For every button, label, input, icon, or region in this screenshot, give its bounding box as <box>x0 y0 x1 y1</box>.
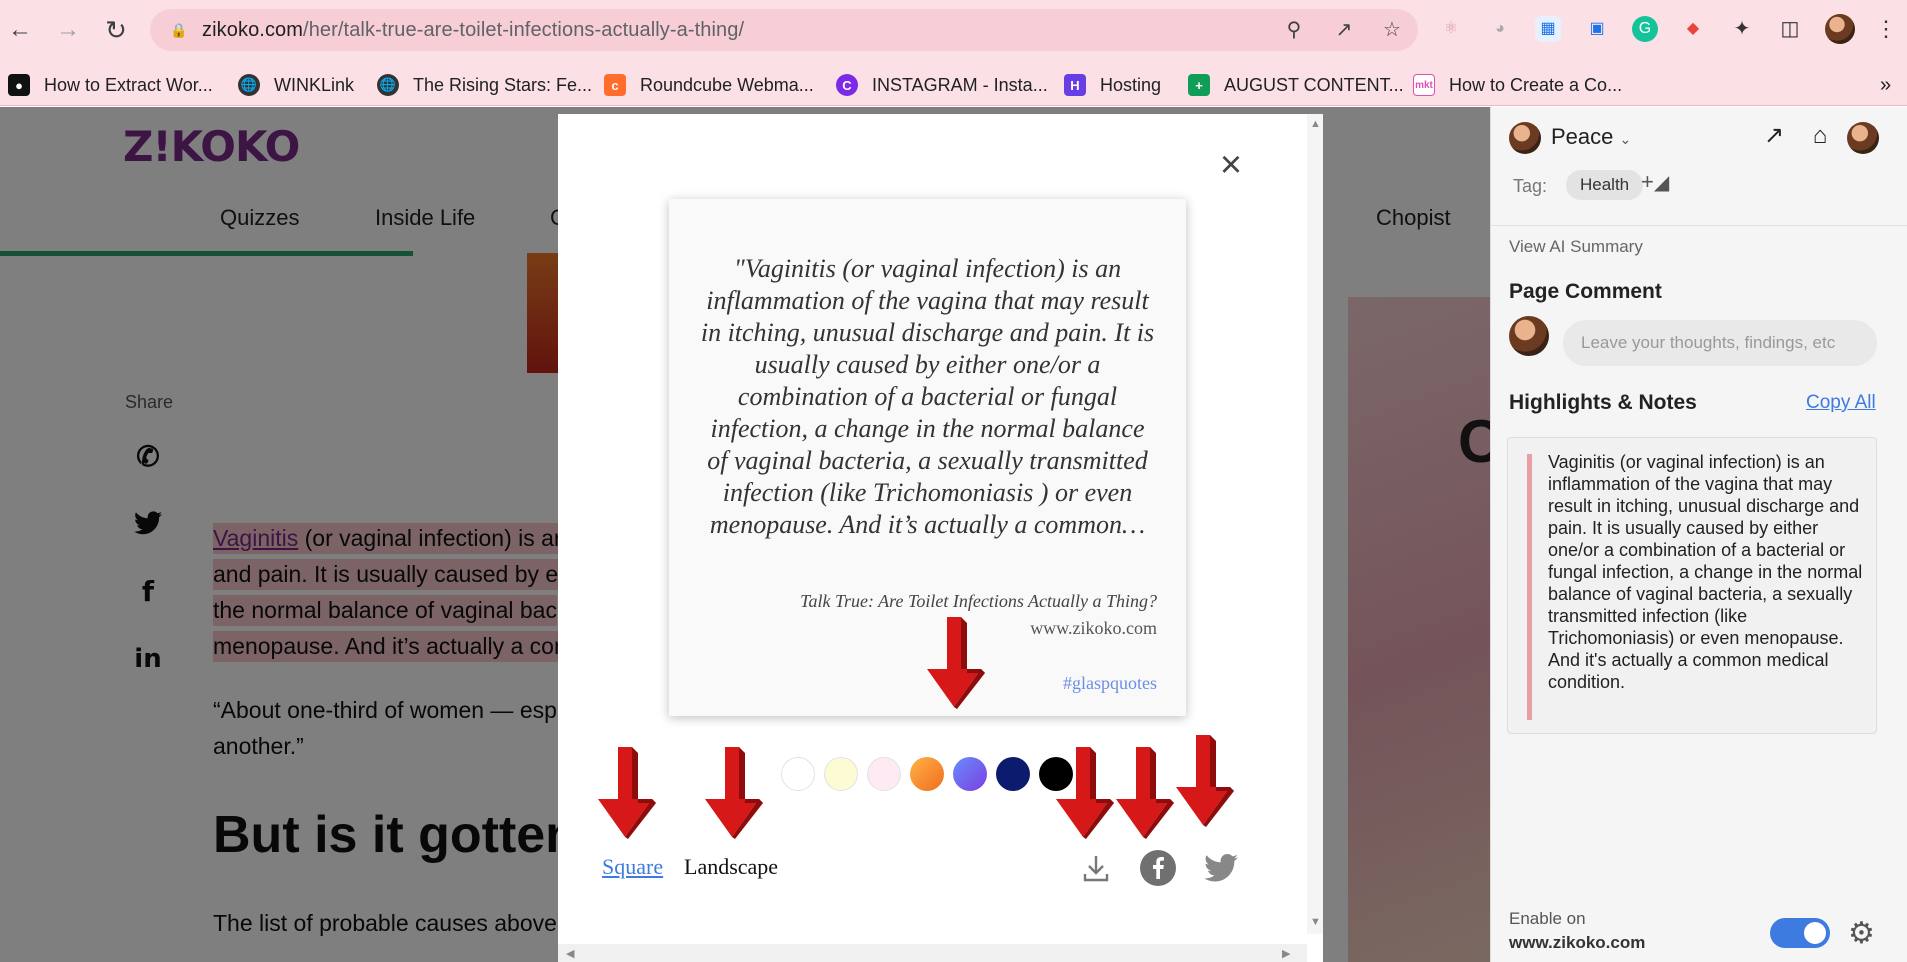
red-arrow-annotation <box>1050 747 1116 839</box>
tag-icon: ◢ <box>1653 172 1670 194</box>
lock-icon: 🔒 <box>170 22 188 38</box>
enable-site: www.zikoko.com <box>1509 933 1646 952</box>
export-icon[interactable]: ↗ <box>1759 121 1789 151</box>
swatch-pink[interactable] <box>867 757 901 791</box>
swatch-blue[interactable] <box>953 757 987 791</box>
download-icon[interactable] <box>1078 850 1114 886</box>
page-comment-heading: Page Comment <box>1509 280 1662 303</box>
gear-icon[interactable]: ⚙ <box>1848 916 1875 951</box>
bookmark-star-icon[interactable]: ☆ <box>1380 18 1404 42</box>
url-text: zikoko.com/her/talk-true-are-toilet-infe… <box>202 18 745 41</box>
react-devtools-icon[interactable]: ⚛ <box>1438 16 1464 42</box>
tag-chip[interactable]: Health <box>1566 170 1644 200</box>
address-bar[interactable]: 🔒 zikoko.com/her/talk-true-are-toilet-in… <box>150 9 1418 51</box>
hashtag: #glaspquotes <box>1063 673 1157 693</box>
site-url: www.zikoko.com <box>1030 618 1157 638</box>
highlights-heading: Highlights & Notes <box>1509 391 1697 414</box>
more-bookmarks-icon[interactable]: » <box>1880 74 1891 96</box>
hostinger-icon: H <box>1064 74 1086 96</box>
scroll-down-icon[interactable]: ▼ <box>1310 916 1321 928</box>
bookmark-item[interactable]: + AUGUST CONTENT... <box>1188 74 1404 96</box>
sheets-icon: + <box>1188 74 1210 96</box>
globe-icon: 🌐 <box>238 74 260 96</box>
close-icon[interactable]: × <box>1214 146 1248 184</box>
extension-icon[interactable]: ◕ <box>1487 16 1513 42</box>
docs-icon[interactable]: ▣ <box>1584 16 1610 42</box>
profile-avatar[interactable] <box>1825 14 1855 44</box>
sidepanel-icon[interactable]: ◫ <box>1777 16 1803 42</box>
copy-all-link[interactable]: Copy All <box>1806 392 1876 414</box>
menu-icon[interactable]: ⋮ <box>1873 16 1899 42</box>
red-arrow-annotation <box>1110 747 1176 839</box>
scroll-right-icon[interactable]: ▶ <box>1282 947 1290 960</box>
format-square-option[interactable]: Square <box>602 854 663 880</box>
twitter-icon[interactable] <box>1203 850 1239 886</box>
modal-vertical-scrollbar[interactable]: ▲ ▼ <box>1307 114 1323 934</box>
cpanel-icon: c <box>604 74 626 96</box>
canva-icon: C <box>836 74 858 96</box>
modal-horizontal-scrollbar[interactable]: ◀ ▶ <box>558 944 1307 962</box>
red-arrow-annotation <box>592 747 658 839</box>
bookmark-item[interactable]: c Roundcube Webma... <box>604 74 814 96</box>
browser-toolbar: ← → ↻ 🔒 zikoko.com/her/talk-true-are-toi… <box>0 0 1907 62</box>
swatch-cream[interactable] <box>824 757 858 791</box>
scroll-left-icon[interactable]: ◀ <box>566 947 574 960</box>
format-landscape-option[interactable]: Landscape <box>684 854 778 880</box>
red-arrow-annotation <box>699 747 765 839</box>
swatch-orange[interactable] <box>910 757 944 791</box>
bookmark-item[interactable]: C INSTAGRAM - Insta... <box>836 74 1048 96</box>
colorful-extension-icon[interactable]: ◆ <box>1680 16 1706 42</box>
red-arrow-annotation <box>921 617 987 709</box>
highlight-text: Vaginitis (or vaginal infection) is an i… <box>1548 452 1863 692</box>
chevron-down-icon: ⌄ <box>1619 131 1632 147</box>
glasp-side-panel: Peace ⌄ ↗ ⌂ Tag: Health +◢ View AI Summa… <box>1490 107 1907 962</box>
medium-icon: ● <box>8 74 30 96</box>
divider <box>1491 225 1907 226</box>
zoom-icon[interactable]: ⚲ <box>1282 18 1306 42</box>
back-icon[interactable]: ← <box>4 14 36 46</box>
quote-share-modal: × "Vaginitis (or vaginal infection) is a… <box>558 114 1323 962</box>
enable-toggle[interactable] <box>1770 918 1830 948</box>
bookmark-item[interactable]: 🌐 The Rising Stars: Fe... <box>377 74 592 96</box>
facebook-icon[interactable] <box>1140 850 1176 886</box>
share-page-icon[interactable]: ↗ <box>1332 18 1356 42</box>
profile-avatar[interactable] <box>1847 122 1879 154</box>
bookmark-item[interactable]: H Hosting <box>1064 74 1161 96</box>
article-title: Talk True: Are Toilet Infections Actuall… <box>800 591 1157 611</box>
puzzle-icon[interactable]: ✦ <box>1729 16 1755 42</box>
bookmarks-bar: ● How to Extract Wor... 🌐 WINKLink 🌐 The Ri… <box>0 62 1907 106</box>
home-icon[interactable]: ⌂ <box>1805 121 1835 151</box>
globe-icon: 🌐 <box>377 74 399 96</box>
comment-input[interactable] <box>1563 320 1877 366</box>
swatch-white[interactable] <box>781 757 815 791</box>
commenter-avatar <box>1509 316 1549 356</box>
highlight-note-card[interactable]: Vaginitis (or vaginal infection) is an i… <box>1507 437 1877 734</box>
highlight-color-bar <box>1527 454 1532 720</box>
enable-label: Enable on <box>1509 909 1586 928</box>
bookmark-item[interactable]: mkt How to Create a Co... <box>1413 74 1622 96</box>
swatch-navy[interactable] <box>996 757 1030 791</box>
bookmark-item[interactable]: 🌐 WINKLink <box>238 74 354 96</box>
trello-icon[interactable]: ▦ <box>1535 16 1561 42</box>
add-tag-button[interactable]: +◢ <box>1641 169 1669 195</box>
user-avatar[interactable] <box>1509 122 1541 154</box>
mkt-icon: mkt <box>1413 74 1435 96</box>
scroll-up-icon[interactable]: ▲ <box>1310 118 1321 130</box>
forward-icon[interactable]: → <box>52 14 84 46</box>
red-arrow-annotation <box>1170 735 1236 827</box>
bookmark-item[interactable]: ● How to Extract Wor... <box>8 74 213 96</box>
view-ai-summary-link[interactable]: View AI Summary <box>1509 237 1643 257</box>
grammarly-icon[interactable]: G <box>1632 16 1658 42</box>
tag-label: Tag: <box>1513 176 1548 196</box>
quote-text: "Vaginitis (or vaginal infection) is an … <box>700 254 1155 539</box>
reload-icon[interactable]: ↻ <box>100 14 132 46</box>
user-name-dropdown[interactable]: Peace ⌄ <box>1551 124 1631 150</box>
